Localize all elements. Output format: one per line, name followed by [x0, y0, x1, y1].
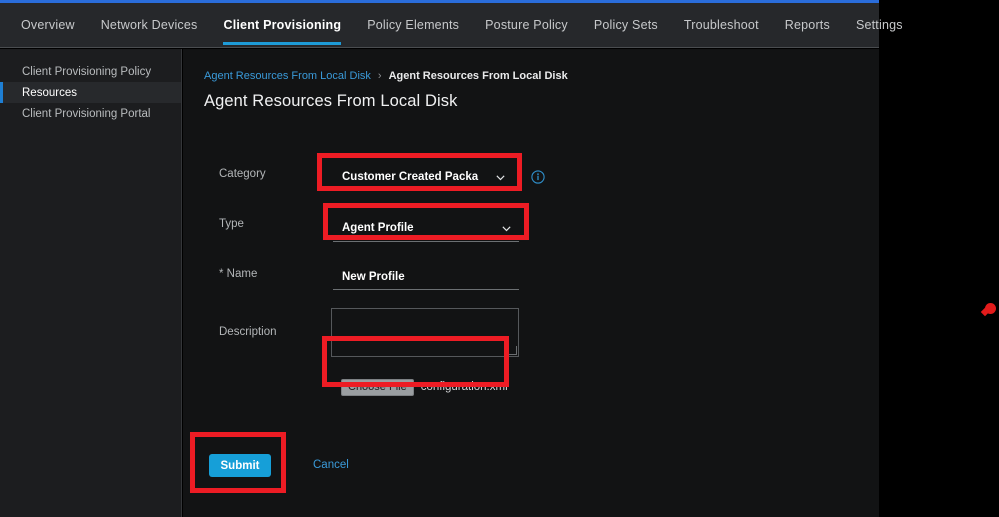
breadcrumb-current: Agent Resources From Local Disk: [388, 70, 568, 82]
nav-item-overview[interactable]: Overview: [8, 3, 88, 48]
nav-label: Overview: [21, 18, 75, 32]
form-row-name: * Name New Profile: [183, 254, 879, 304]
breadcrumb: Agent Resources From Local Disk › Agent …: [204, 70, 568, 82]
name-input-value: New Profile: [342, 270, 405, 283]
choose-file-button[interactable]: Choose File: [341, 378, 414, 396]
form-row-file: Choose File configuration.xml: [183, 364, 879, 410]
info-circle-icon[interactable]: [531, 170, 545, 184]
sidebar-item-label: Resources: [22, 86, 77, 99]
category-select[interactable]: Customer Created Packa: [333, 164, 513, 191]
nav-label: Policy Sets: [593, 18, 658, 32]
name-label: * Name: [219, 268, 258, 280]
chevron-down-icon: [501, 223, 512, 234]
sidebar-item-resources[interactable]: Resources: [0, 82, 181, 103]
chosen-file-name: configuration.xml: [420, 381, 508, 393]
type-select-value: Agent Profile: [342, 222, 414, 234]
nav-item-policy-elements[interactable]: Policy Elements: [354, 3, 472, 48]
form-actions: Submit Cancel: [183, 436, 879, 506]
nav-item-posture-policy[interactable]: Posture Policy: [472, 3, 581, 48]
primary-navigation: Overview Network Devices Client Provisio…: [0, 3, 903, 48]
resource-form: Category Customer Created Packa Type Age…: [183, 154, 879, 410]
sidebar-item-label: Client Provisioning Policy: [22, 65, 152, 78]
nav-label: Troubleshoot: [683, 18, 759, 32]
cursor-marker: [985, 303, 996, 314]
sidebar-item-client-provisioning-portal[interactable]: Client Provisioning Portal: [0, 103, 181, 124]
nav-item-settings[interactable]: Settings: [843, 3, 916, 48]
type-select[interactable]: Agent Profile: [333, 215, 519, 242]
form-row-description: Description: [183, 304, 879, 364]
form-row-category: Category Customer Created Packa: [183, 154, 879, 204]
nav-label: Policy Elements: [367, 18, 460, 32]
nav-label: Reports: [784, 18, 830, 32]
sidebar-item-client-provisioning-policy[interactable]: Client Provisioning Policy: [0, 61, 181, 82]
file-input-wrapper: Choose File configuration.xml: [331, 370, 508, 404]
nav-label: Settings: [855, 18, 903, 32]
cancel-link[interactable]: Cancel: [313, 459, 349, 471]
app-window: Overview Network Devices Client Provisio…: [0, 0, 999, 517]
type-label: Type: [219, 218, 244, 230]
breadcrumb-parent-link[interactable]: Agent Resources From Local Disk: [204, 70, 371, 82]
secondary-sidebar: Client Provisioning Policy Resources Cli…: [0, 49, 182, 517]
form-row-type: Type Agent Profile: [183, 204, 879, 254]
submit-button[interactable]: Submit: [209, 454, 271, 477]
nav-label: Network Devices: [100, 18, 198, 32]
description-textarea[interactable]: [331, 308, 519, 357]
chevron-down-icon: [495, 172, 506, 183]
name-input[interactable]: New Profile: [333, 264, 519, 290]
description-label: Description: [219, 326, 277, 338]
nav-item-network-devices[interactable]: Network Devices: [88, 3, 211, 48]
nav-label: Posture Policy: [485, 18, 568, 32]
nav-item-client-provisioning[interactable]: Client Provisioning: [210, 3, 354, 48]
nav-item-reports[interactable]: Reports: [772, 3, 843, 48]
nav-item-troubleshoot[interactable]: Troubleshoot: [671, 3, 772, 48]
category-select-value: Customer Created Packa: [342, 171, 479, 183]
category-label: Category: [219, 168, 266, 180]
sidebar-item-label: Client Provisioning Portal: [22, 107, 151, 120]
main-content: Agent Resources From Local Disk › Agent …: [183, 49, 879, 517]
nav-item-policy-sets[interactable]: Policy Sets: [581, 3, 671, 48]
page-title: Agent Resources From Local Disk: [204, 92, 458, 110]
nav-label: Client Provisioning: [223, 18, 342, 32]
chevron-right-icon: ›: [377, 70, 382, 82]
